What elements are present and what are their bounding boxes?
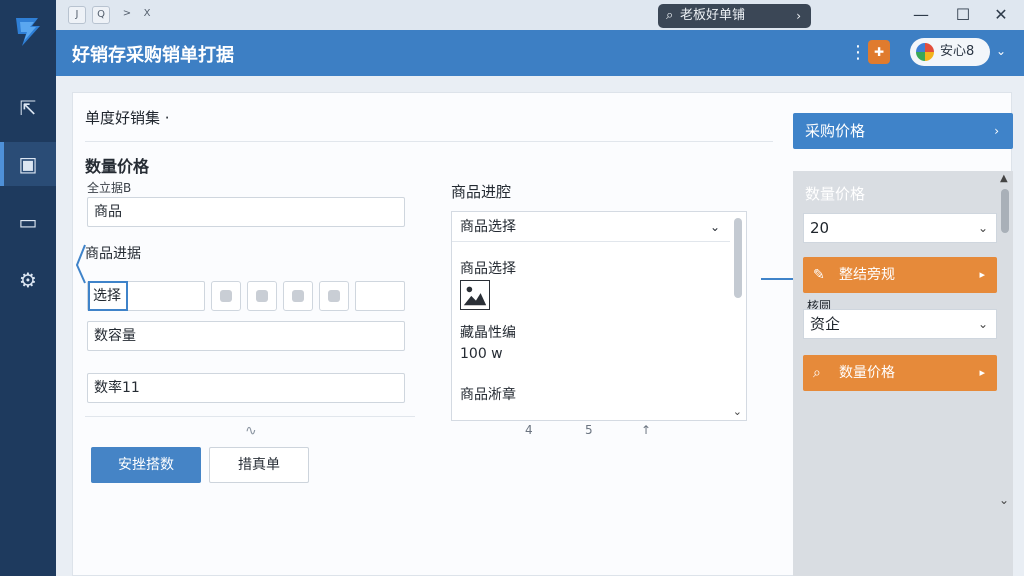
main-area: 单度好销集 · 采购价格 › 数量价格 全立据B 商品 商品进据 选择 数容量 …	[56, 76, 1024, 576]
page-title: 好销存采购销单打据	[72, 45, 234, 66]
more-options-icon[interactable]: ⋮	[849, 42, 867, 63]
chevron-right-icon: ›	[994, 124, 999, 138]
category-value: 资企	[810, 315, 841, 333]
product-list-title: 商品进腔	[451, 183, 512, 201]
quantity-value: 20	[810, 219, 830, 237]
titlebar-close-tab-icon[interactable]: X	[138, 6, 156, 24]
orange-action-label-2: 数量价格	[839, 365, 895, 381]
product-field[interactable]: 商品	[87, 197, 405, 227]
chevron-down-icon[interactable]: ⌄	[996, 44, 1006, 58]
maximize-button[interactable]: ☐	[950, 3, 976, 27]
pointer-arrow-icon	[75, 244, 86, 284]
bag-icon[interactable]: ✚	[868, 40, 890, 64]
chevron-down-icon: ⌄	[709, 220, 720, 234]
product-entry-label: 商品进据	[85, 246, 141, 262]
purchase-price-label: 采购价格	[805, 122, 866, 140]
image-icon	[460, 280, 490, 310]
page-item[interactable]: 5	[585, 423, 593, 437]
chevron-right-icon: ›	[796, 9, 801, 23]
chevron-down-icon: ⌄	[977, 317, 988, 331]
minimize-button[interactable]: —	[908, 3, 934, 27]
titlebar-forward-icon[interactable]: >	[118, 6, 136, 24]
scroll-down-icon[interactable]: ⌄	[999, 493, 1009, 507]
chevron-down-icon: ⌄	[977, 221, 988, 235]
page-item[interactable]: ↑	[641, 423, 651, 437]
product-select-value: 商品选择	[460, 219, 516, 235]
option-chip-4[interactable]	[319, 281, 349, 311]
edit-icon: ✎	[813, 267, 825, 283]
right-panel: 数量价格 ▲ 20 ⌄ ✎ 整结旁规 ▸ 核圆 资企 ⌄ ⌕ 数量价格 ▸ ⌄	[793, 171, 1013, 576]
wave-icon: ∿	[245, 423, 257, 439]
sidebar: ⇱ ▣ ▭ ⚙	[0, 0, 56, 576]
close-button[interactable]: ✕	[988, 3, 1014, 27]
titlebar-chip-2[interactable]: Q	[92, 6, 110, 24]
choose-input[interactable]: 选择	[88, 281, 128, 311]
title-bar: J Q > X ⌕ 老板好单铺 › — ☐ ✕	[56, 0, 1024, 30]
tablet-icon[interactable]: ▭	[0, 200, 56, 244]
header-divider	[85, 141, 773, 142]
submit-button[interactable]: 安挫搭数	[91, 447, 201, 483]
purchase-price-button[interactable]: 采购价格 ›	[793, 113, 1013, 149]
form-divider	[85, 416, 415, 417]
gear-icon[interactable]: ⚙	[0, 258, 56, 302]
option-chip-3[interactable]	[283, 281, 313, 311]
section-title: 数量价格	[85, 157, 150, 176]
category-select[interactable]: 资企 ⌄	[803, 309, 997, 339]
product-list: 商品选择 ⌄ 商品选择 藏晶性编 100 w 商品淅章 ⌄	[451, 211, 747, 421]
breadcrumb: 单度好销集 ·	[85, 109, 170, 127]
page-item[interactable]: 4	[525, 423, 533, 437]
orange-action-label-1: 整结旁规	[839, 267, 895, 283]
option-chip-1[interactable]	[211, 281, 241, 311]
avatar	[916, 43, 934, 61]
number-field[interactable]: 数率11	[87, 373, 405, 403]
app-header: 好销存采购销单打据 ⋮ ✚ 安心8 ⌄	[56, 30, 1024, 76]
option-chip-5[interactable]	[355, 281, 405, 311]
list-item-value: 100 w	[460, 346, 503, 362]
titlebar-chip-1[interactable]: J	[68, 6, 86, 24]
export-icon[interactable]: ⇱	[0, 86, 56, 130]
list-scrollbar[interactable]	[734, 218, 742, 298]
product-select[interactable]: 商品选择 ⌄	[452, 212, 730, 242]
global-search[interactable]: ⌕ 老板好单铺 ›	[658, 4, 811, 28]
user-name: 安心8	[940, 44, 975, 59]
option-chip-2[interactable]	[247, 281, 277, 311]
content-panel: 单度好销集 · 采购价格 › 数量价格 全立据B 商品 商品进据 选择 数容量 …	[72, 92, 1013, 576]
user-menu[interactable]: 安心8	[910, 38, 990, 66]
list-item-label[interactable]: 商品淅章	[460, 384, 516, 404]
orange-action-button-1[interactable]: ✎ 整结旁规 ▸	[803, 257, 997, 293]
modules-icon[interactable]: ▣	[0, 142, 56, 186]
list-item-label[interactable]: 商品选择	[460, 258, 516, 278]
quantity-field[interactable]: 数容量	[87, 321, 405, 351]
quantity-select[interactable]: 20 ⌄	[803, 213, 997, 243]
orange-action-button-2[interactable]: ⌕ 数量价格 ▸	[803, 355, 997, 391]
arrow-icon: ▸	[979, 366, 985, 379]
scroll-up-icon[interactable]: ▲	[1000, 173, 1008, 184]
search-icon: ⌕	[813, 365, 821, 381]
right-panel-scrollbar[interactable]	[1001, 189, 1009, 233]
sub-label: 全立据B	[87, 181, 132, 195]
list-item-label[interactable]: 藏晶性编	[460, 322, 516, 342]
secondary-button[interactable]: 措真单	[209, 447, 309, 483]
search-text: 老板好单铺	[680, 8, 746, 23]
right-panel-title: 数量价格	[805, 185, 866, 203]
search-icon: ⌕	[666, 8, 674, 23]
scroll-down-icon[interactable]: ⌄	[733, 405, 742, 418]
app-logo	[16, 18, 40, 46]
arrow-icon: ▸	[979, 268, 985, 281]
